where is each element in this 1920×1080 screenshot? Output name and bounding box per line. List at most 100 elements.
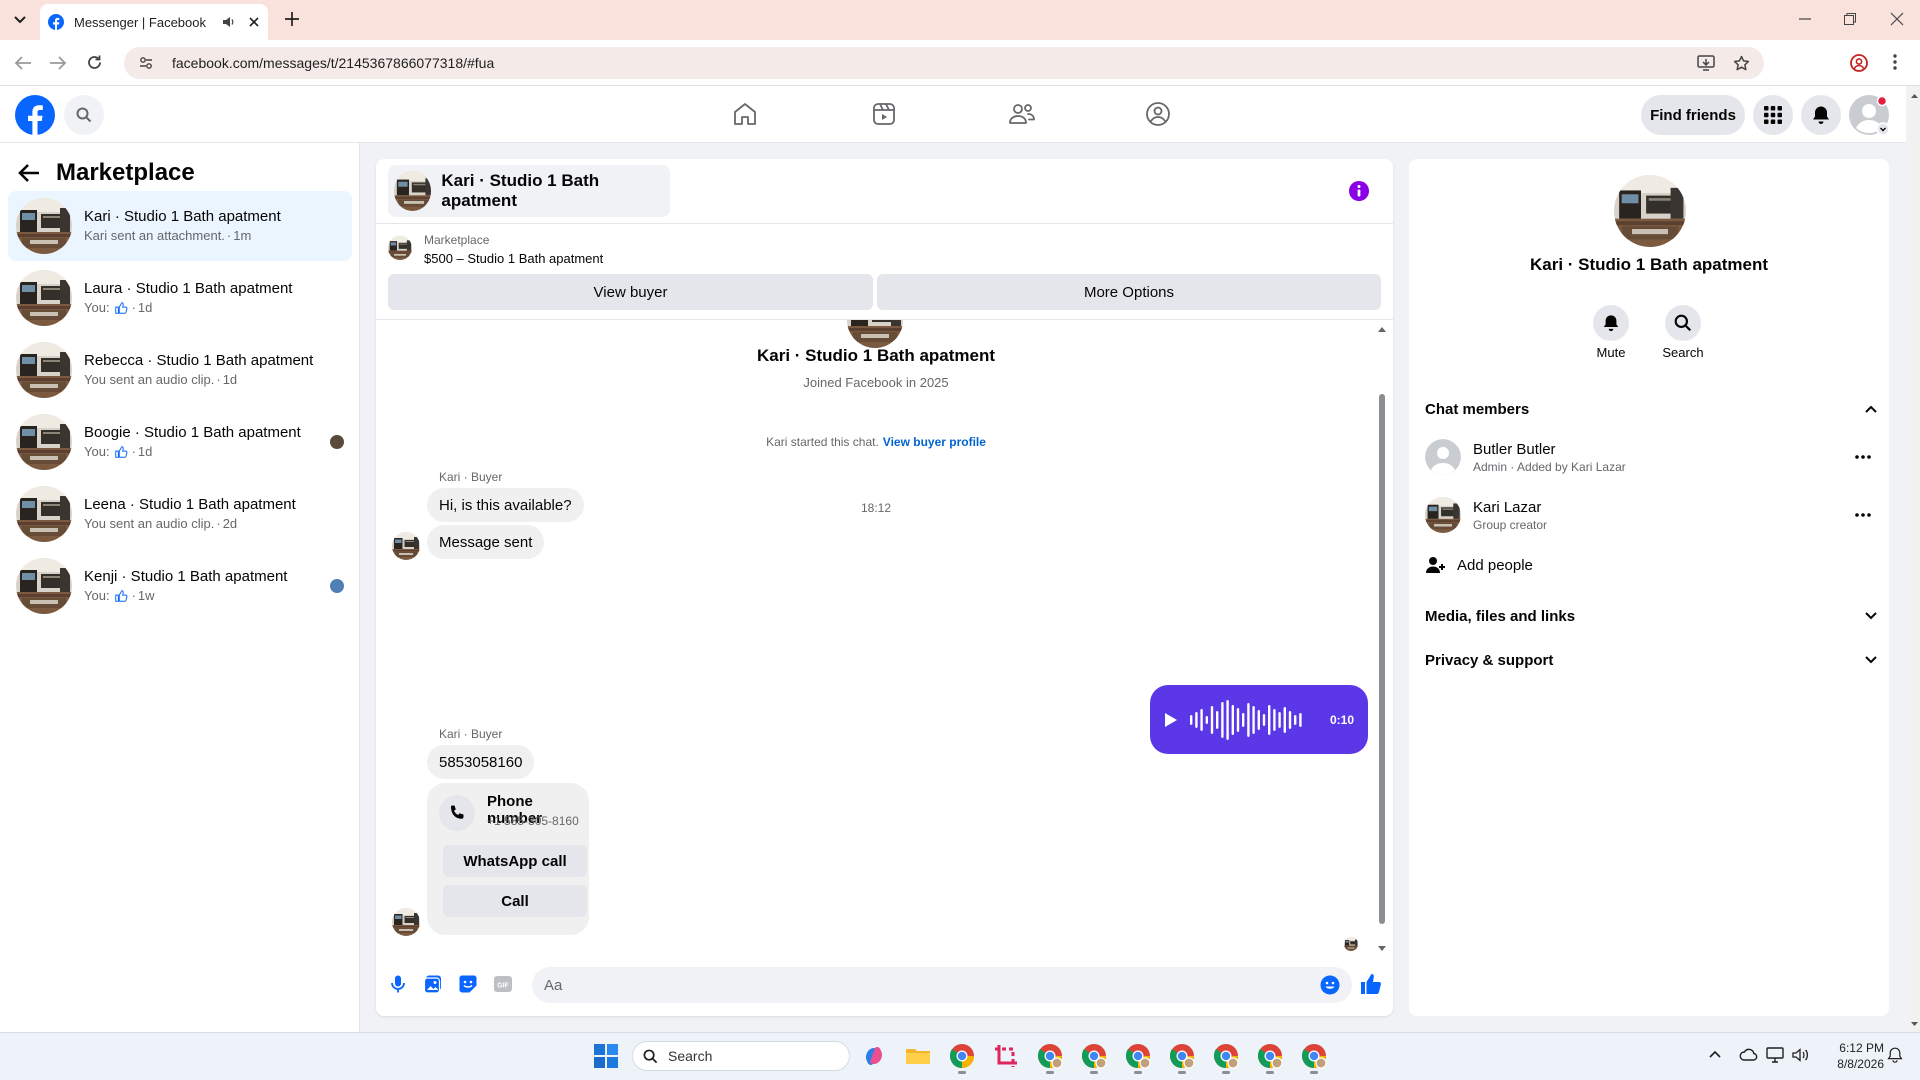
more-options-icon[interactable] (1855, 513, 1871, 517)
emoji-icon[interactable] (1320, 975, 1340, 995)
bookmark-star-icon[interactable] (1733, 55, 1750, 72)
find-friends-button[interactable]: Find friends (1641, 95, 1745, 135)
conversation-item[interactable]: Leena · Studio 1 Bath apatment You sent a… (8, 479, 352, 549)
waveform-bar (1288, 710, 1292, 729)
view-buyer-button[interactable]: View buyer (388, 274, 873, 310)
separator-dot: · (131, 588, 136, 603)
browser-menu-icon[interactable] (1893, 54, 1897, 70)
chrome-icon[interactable] (1035, 1041, 1065, 1074)
taskbar-clock[interactable]: 6:12 PM 8/8/2026 (1820, 1040, 1884, 1072)
privacy-section-header[interactable]: Privacy & support (1425, 642, 1877, 678)
mute-button[interactable] (1593, 305, 1629, 341)
more-options-button[interactable]: More Options (877, 274, 1381, 310)
restore-icon[interactable] (1843, 12, 1857, 26)
member-row[interactable]: Butler Butler Admin · Added by Kari Laza… (1425, 429, 1877, 485)
site-info-icon[interactable] (138, 55, 154, 71)
gif-icon[interactable]: GIF (493, 974, 513, 994)
notifications-bell-icon[interactable] (1887, 1047, 1903, 1063)
member-row[interactable]: Kari Lazar Group creator (1425, 487, 1877, 543)
conversation-name: Rebecca · Studio 1 Bath apatment (84, 352, 314, 369)
message-bubble[interactable]: Message sent (427, 525, 545, 559)
windows-start-icon[interactable] (591, 1041, 621, 1071)
chrome-icon[interactable] (1167, 1041, 1197, 1074)
chrome-icon[interactable] (1255, 1041, 1285, 1074)
play-icon[interactable] (1164, 712, 1178, 728)
network-icon[interactable] (1766, 1047, 1784, 1063)
close-window-icon[interactable] (1890, 12, 1904, 26)
privacy-title: Privacy & support (1425, 651, 1554, 669)
message-input[interactable]: Aa (532, 967, 1352, 1003)
chrome-icon[interactable] (1299, 1041, 1329, 1074)
minimize-icon[interactable] (1798, 12, 1812, 26)
separator-dot: · (131, 300, 136, 315)
copilot-icon[interactable] (859, 1041, 889, 1071)
notifications-button[interactable] (1801, 95, 1841, 135)
onedrive-icon[interactable] (1739, 1047, 1759, 1063)
forward-icon[interactable] (49, 55, 67, 71)
back-icon[interactable] (14, 55, 32, 71)
new-tab-icon[interactable] (283, 10, 301, 28)
audio-message[interactable]: 0:10 (1150, 685, 1368, 754)
clock-date: 8/8/2026 (1837, 1057, 1884, 1071)
sender-avatar (392, 532, 420, 560)
show-hidden-icons-chevron-icon[interactable] (1709, 1050, 1721, 1058)
page-scrollbar[interactable] (1909, 90, 1920, 1032)
address-bar[interactable]: facebook.com/messages/t/2145367866077318… (124, 47, 1764, 79)
conversation-item[interactable]: Boogie · Studio 1 Bath apatment You: · 1d (8, 407, 352, 477)
chat-panel: Kari · Studio 1 Bath apatment Marketplac… (376, 159, 1393, 1016)
search-facebook-button[interactable] (64, 95, 104, 135)
install-app-icon[interactable] (1697, 55, 1715, 71)
chrome-icon[interactable] (1211, 1041, 1241, 1074)
media-section-header[interactable]: Media, files and links (1425, 598, 1877, 634)
chrome-icon[interactable] (1123, 1041, 1153, 1074)
tab-list-chevron-icon[interactable] (10, 10, 30, 30)
reload-icon[interactable] (86, 54, 103, 71)
chevron-down-icon (1865, 656, 1877, 664)
chat-title-button[interactable]: Kari · Studio 1 Bath apatment (388, 165, 670, 217)
snipping-tool-icon[interactable] (991, 1041, 1021, 1071)
conversation-item[interactable]: Kenji · Studio 1 Bath apatment You: · 1w (8, 551, 352, 621)
conversation-item[interactable]: Rebecca · Studio 1 Bath apatment You sent… (8, 335, 352, 405)
home-nav-icon[interactable] (732, 101, 758, 127)
facebook-logo-icon[interactable] (15, 95, 55, 135)
chrome-icon[interactable] (1079, 1041, 1109, 1074)
volume-icon[interactable] (1792, 1047, 1810, 1063)
add-person-icon (1426, 557, 1445, 573)
conversation-info-icon[interactable] (1349, 181, 1369, 201)
message-bubble[interactable]: 5853058160 (427, 745, 535, 779)
like-send-icon[interactable] (1359, 972, 1383, 996)
clock-time: 6:12 PM (1839, 1041, 1884, 1055)
browser-tab[interactable]: Messenger | Facebook (40, 4, 268, 40)
conversation-item[interactable]: Laura · Studio 1 Bath apatment You: · 1d (8, 263, 352, 333)
search-in-chat-button[interactable] (1665, 305, 1701, 341)
menu-button[interactable] (1753, 95, 1793, 135)
chat-scrollbar[interactable] (1376, 324, 1388, 956)
conversation-preview-line: You sent an audio clip. · 2d (84, 515, 296, 533)
call-button[interactable]: Call (443, 885, 587, 917)
taskbar-search[interactable]: Search (632, 1041, 850, 1071)
listing-title[interactable]: $500 – Studio 1 Bath apatment (424, 251, 603, 266)
friends-nav-icon[interactable] (1008, 101, 1036, 127)
back-arrow-icon[interactable] (18, 163, 40, 183)
close-tab-icon[interactable] (248, 16, 260, 28)
microphone-icon[interactable] (388, 974, 408, 994)
speaker-icon[interactable] (222, 15, 236, 29)
separator-dot: · (131, 444, 136, 459)
add-people-button[interactable]: Add people (1425, 547, 1877, 583)
sticker-icon[interactable] (458, 974, 478, 994)
conversation-preview: You sent an audio clip. (84, 372, 215, 387)
account-avatar[interactable] (1849, 95, 1890, 136)
video-nav-icon[interactable] (871, 101, 897, 127)
file-explorer-icon[interactable] (903, 1041, 933, 1071)
chat-members-section-header[interactable]: Chat members (1425, 391, 1877, 427)
chrome-icon[interactable] (947, 1041, 977, 1074)
gaming-nav-icon[interactable] (1145, 101, 1171, 127)
view-buyer-profile-link[interactable]: View buyer profile (883, 435, 986, 449)
profile-icon[interactable] (1850, 54, 1868, 72)
more-options-icon[interactable] (1855, 455, 1871, 459)
member-role: Admin · Added by Kari Lazar (1473, 459, 1626, 474)
photo-icon[interactable] (423, 974, 443, 994)
conversation-name: Kari · Studio 1 Bath apatment (84, 208, 281, 225)
whatsapp-call-button[interactable]: WhatsApp call (443, 845, 587, 877)
conversation-item[interactable]: Kari · Studio 1 Bath apatment Kari sent a… (8, 191, 352, 261)
